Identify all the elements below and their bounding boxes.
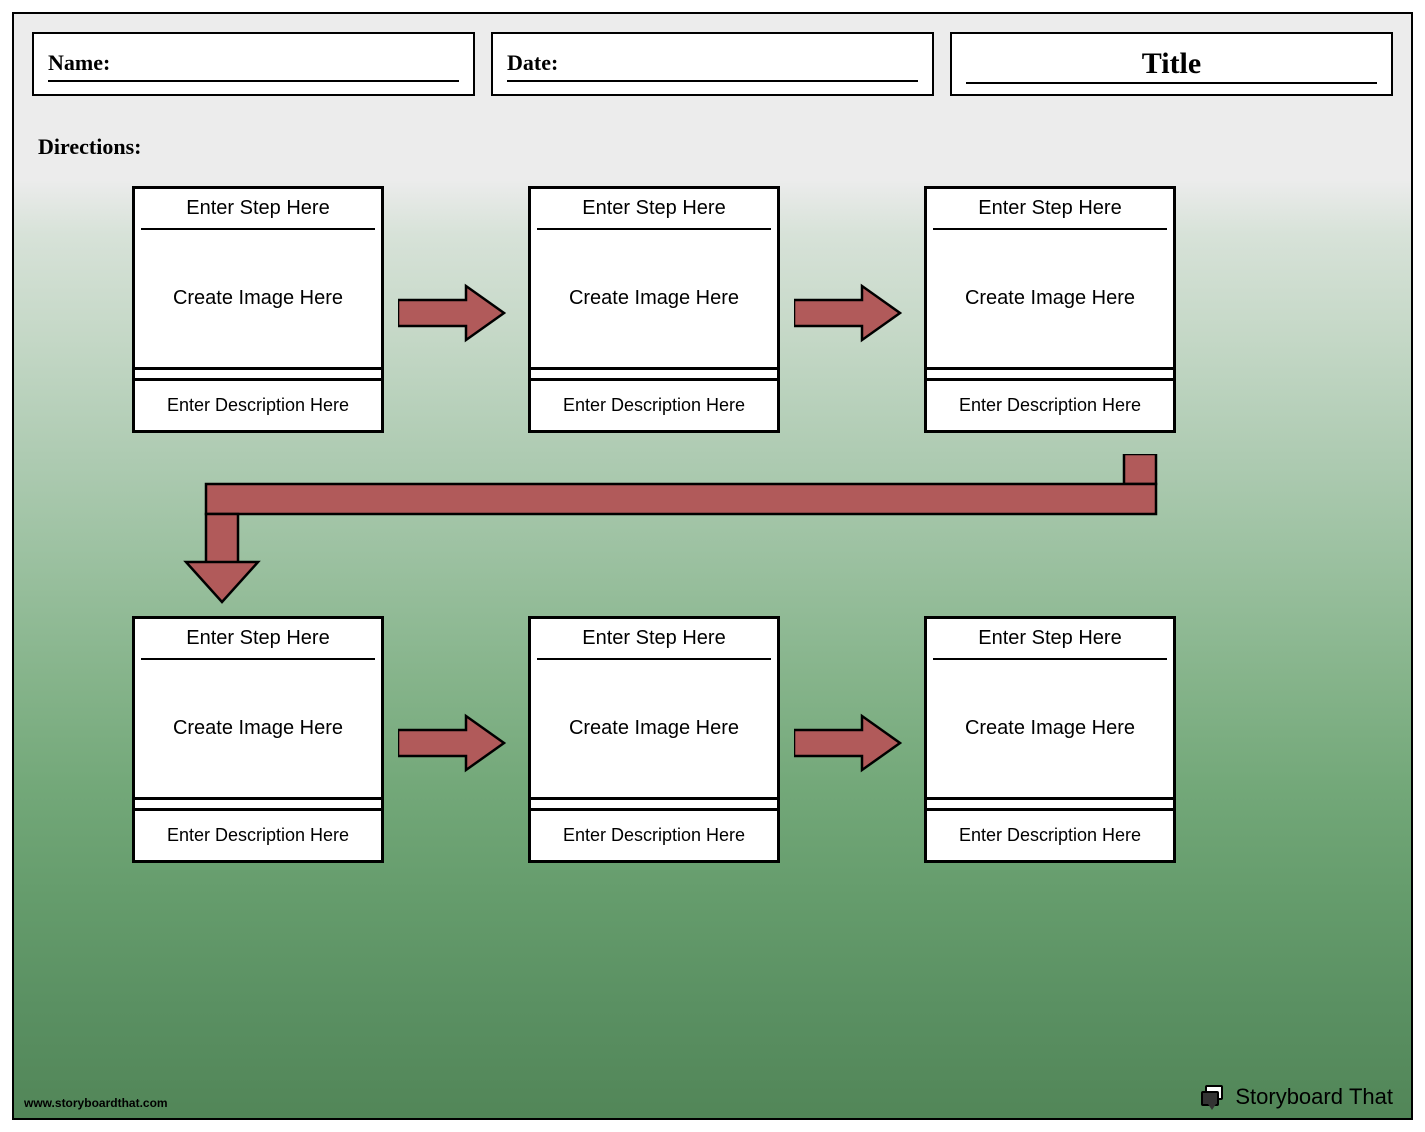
step-description[interactable]: Enter Description Here — [927, 378, 1173, 430]
arrow-right-icon — [794, 712, 902, 774]
step-card-6[interactable]: Enter Step Here Create Image Here Enter … — [924, 616, 1176, 863]
step-card-5[interactable]: Enter Step Here Create Image Here Enter … — [528, 616, 780, 863]
brand-text-2: That — [1349, 1084, 1393, 1110]
step-title[interactable]: Enter Step Here — [135, 189, 381, 228]
step-card-4[interactable]: Enter Step Here Create Image Here Enter … — [132, 616, 384, 863]
image-placeholder[interactable]: Create Image Here — [531, 660, 777, 800]
gap — [531, 370, 777, 378]
arrow-wrap-icon — [176, 454, 1166, 604]
step-title[interactable]: Enter Step Here — [531, 619, 777, 658]
name-field-box[interactable]: Name: — [32, 32, 475, 96]
step-description[interactable]: Enter Description Here — [531, 808, 777, 860]
step-description[interactable]: Enter Description Here — [531, 378, 777, 430]
arrow-right-icon — [794, 282, 902, 344]
title-field-box[interactable]: Title — [950, 32, 1393, 96]
image-placeholder[interactable]: Create Image Here — [135, 660, 381, 800]
step-title[interactable]: Enter Step Here — [927, 619, 1173, 658]
step-title[interactable]: Enter Step Here — [531, 189, 777, 228]
storyboard-logo-icon — [1201, 1085, 1229, 1109]
date-label: Date: — [507, 50, 558, 76]
gap — [135, 800, 381, 808]
title-text: Title — [1142, 47, 1201, 81]
step-description[interactable]: Enter Description Here — [135, 378, 381, 430]
directions-label: Directions: — [38, 134, 141, 160]
gap — [135, 370, 381, 378]
step-description[interactable]: Enter Description Here — [927, 808, 1173, 860]
name-label: Name: — [48, 50, 110, 76]
step-title[interactable]: Enter Step Here — [927, 189, 1173, 228]
step-card-1[interactable]: Enter Step Here Create Image Here Enter … — [132, 186, 384, 433]
gap — [927, 370, 1173, 378]
arrow-right-icon — [398, 282, 506, 344]
worksheet-page: Name: Date: Title Directions: Enter Step… — [12, 12, 1413, 1120]
step-title[interactable]: Enter Step Here — [135, 619, 381, 658]
image-placeholder[interactable]: Create Image Here — [927, 230, 1173, 370]
gap — [927, 800, 1173, 808]
header-row: Name: Date: Title — [32, 32, 1393, 96]
step-card-3[interactable]: Enter Step Here Create Image Here Enter … — [924, 186, 1176, 433]
image-placeholder[interactable]: Create Image Here — [135, 230, 381, 370]
gap — [531, 800, 777, 808]
brand-text-1: Storyboard — [1235, 1084, 1343, 1110]
step-card-2[interactable]: Enter Step Here Create Image Here Enter … — [528, 186, 780, 433]
date-field-box[interactable]: Date: — [491, 32, 934, 96]
image-placeholder[interactable]: Create Image Here — [531, 230, 777, 370]
brand-badge: StoryboardThat — [1201, 1084, 1393, 1110]
arrow-right-icon — [398, 712, 506, 774]
footer-url: www.storyboardthat.com — [24, 1096, 168, 1110]
name-underline — [48, 80, 459, 82]
step-description[interactable]: Enter Description Here — [135, 808, 381, 860]
title-underline — [966, 82, 1377, 84]
date-underline — [507, 80, 918, 82]
image-placeholder[interactable]: Create Image Here — [927, 660, 1173, 800]
